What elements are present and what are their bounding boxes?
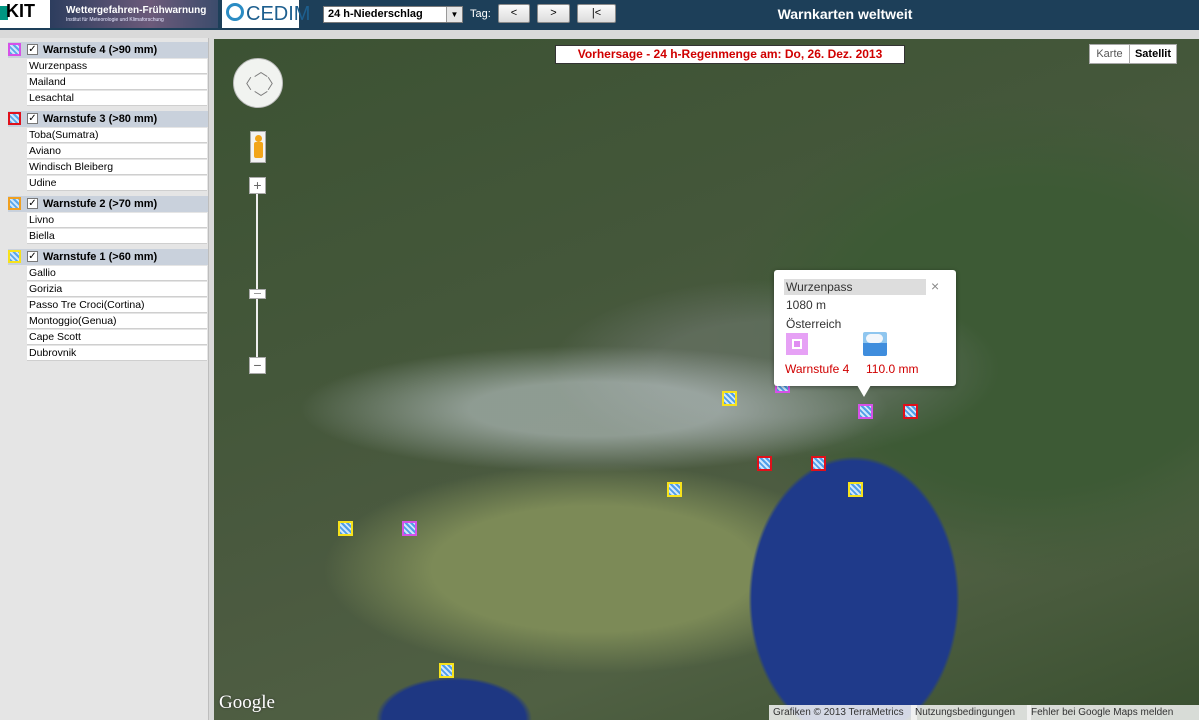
list-item[interactable]: Windisch Bleiberg xyxy=(27,160,207,175)
header-bar: KIT Wettergefahren-Frühwarnung Institut … xyxy=(0,0,1199,30)
group-warnstufe-4[interactable]: ✓ Warnstufe 4 (>90 mm) xyxy=(8,42,208,58)
warning-marker-level-1[interactable] xyxy=(338,521,353,536)
list-item[interactable]: Montoggio(Genua) xyxy=(27,314,207,329)
warning-marker-level-3[interactable] xyxy=(903,404,918,419)
street-view-pegman-icon[interactable] xyxy=(250,131,266,163)
pegman-head xyxy=(255,135,262,142)
day-label: Tag: xyxy=(470,8,491,20)
group-1-checkbox[interactable]: ✓ xyxy=(27,251,38,262)
warning-level-3-icon xyxy=(8,112,21,125)
pan-right-icon[interactable]: 〉 xyxy=(267,74,281,94)
previous-day-button[interactable]: < xyxy=(498,4,530,23)
list-item[interactable]: Udine xyxy=(27,176,207,191)
banner-subtitle: Institut für Meteorologie und Klimaforsc… xyxy=(66,17,164,23)
warning-sidebar: ✓ Warnstufe 4 (>90 mm) Wurzenpass Mailan… xyxy=(0,38,209,720)
zoom-slider-handle[interactable] xyxy=(249,289,266,299)
pan-control[interactable]: ︿ ﹀ 〈 〉 xyxy=(233,58,283,108)
list-item[interactable]: Livno xyxy=(27,213,207,228)
cedim-logo: CEDIM xyxy=(222,0,310,28)
google-logo: Google xyxy=(219,692,275,713)
group-warnstufe-2[interactable]: ✓ Warnstufe 2 (>70 mm) xyxy=(8,196,208,212)
warning-marker-level-4[interactable] xyxy=(402,521,417,536)
group-2-checkbox[interactable]: ✓ xyxy=(27,198,38,209)
group-label: Warnstufe 2 (>70 mm) xyxy=(43,198,158,210)
zoom-out-button[interactable]: − xyxy=(249,357,266,374)
popup-station-name: Wurzenpass xyxy=(784,279,926,295)
cedim-logo-text: CEDIM xyxy=(246,3,311,25)
pan-down-icon[interactable]: ﹀ xyxy=(254,88,268,108)
list-item[interactable]: Gorizia xyxy=(27,282,207,297)
map-copyright: Grafiken © 2013 TerraMetrics xyxy=(769,705,917,720)
product-select[interactable]: 24 h-Niederschlag ▼ xyxy=(323,6,463,23)
warning-level-1-icon xyxy=(8,250,21,263)
group-label: Warnstufe 1 (>60 mm) xyxy=(43,251,158,263)
warning-level-icon xyxy=(786,333,808,355)
popup-warning-level: Warnstufe 4 xyxy=(785,362,850,376)
report-error-link[interactable]: Fehler bei Google Maps melden xyxy=(1027,705,1199,720)
warning-level-2-icon xyxy=(8,197,21,210)
group-3-checkbox[interactable]: ✓ xyxy=(27,113,38,124)
map-type-karte-button[interactable]: Karte xyxy=(1089,44,1130,64)
zoom-slider-track[interactable] xyxy=(256,194,258,359)
list-item[interactable]: Lesachtal xyxy=(27,91,207,106)
next-day-button[interactable]: > xyxy=(537,4,570,23)
satellite-map[interactable]: Vorhersage - 24 h-Regenmenge am: Do, 26.… xyxy=(214,39,1199,720)
chevron-down-icon[interactable]: ▼ xyxy=(446,7,462,22)
warning-marker-level-1[interactable] xyxy=(722,391,737,406)
list-item[interactable]: Wurzenpass xyxy=(27,59,207,74)
list-item[interactable]: Dubrovnik xyxy=(27,346,207,361)
warning-marker-level-3[interactable] xyxy=(811,456,826,471)
list-item[interactable]: Mailand xyxy=(27,75,207,90)
forecast-banner: Vorhersage - 24 h-Regenmenge am: Do, 26.… xyxy=(555,45,905,64)
list-item[interactable]: Gallio xyxy=(27,266,207,281)
pan-up-icon[interactable]: ︿ xyxy=(254,61,268,81)
group-label: Warnstufe 3 (>80 mm) xyxy=(43,113,158,125)
list-item[interactable]: Passo Tre Croci(Cortina) xyxy=(27,298,207,313)
warning-level-4-icon xyxy=(8,43,21,56)
kit-logo-text: KIT xyxy=(6,1,35,21)
terms-link[interactable]: Nutzungsbedingungen xyxy=(911,705,1031,720)
map-type-satellit-button[interactable]: Satellit xyxy=(1129,44,1177,64)
list-item[interactable]: Toba(Sumatra) xyxy=(27,128,207,143)
popup-rain-amount: 110.0 mm xyxy=(866,362,919,376)
page-title: Warnkarten weltweit xyxy=(777,6,913,22)
popup-altitude: 1080 m xyxy=(786,298,827,312)
rain-cloud-icon xyxy=(863,332,887,356)
warning-marker-level-1[interactable] xyxy=(848,482,863,497)
zoom-in-button[interactable]: + xyxy=(249,177,266,194)
group-label: Warnstufe 4 (>90 mm) xyxy=(43,44,158,56)
kit-logo: KIT xyxy=(0,0,50,28)
list-item[interactable]: Aviano xyxy=(27,144,207,159)
group-warnstufe-3[interactable]: ✓ Warnstufe 3 (>80 mm) xyxy=(8,111,208,127)
list-item[interactable]: Cape Scott xyxy=(27,330,207,345)
banner-title: Wettergefahren-Frühwarnung xyxy=(66,5,207,16)
pan-left-icon[interactable]: 〈 xyxy=(238,74,252,94)
group-4-checkbox[interactable]: ✓ xyxy=(27,44,38,55)
warning-marker-level-4[interactable] xyxy=(858,404,873,419)
popup-country: Österreich xyxy=(786,317,842,331)
station-info-popup: Wurzenpass × 1080 m Österreich Warnstufe… xyxy=(774,270,956,397)
warning-banner-logo: Wettergefahren-Frühwarnung Institut für … xyxy=(50,0,218,28)
warning-marker-level-3[interactable] xyxy=(757,456,772,471)
first-day-button[interactable]: |< xyxy=(577,4,616,23)
warning-marker-level-1[interactable] xyxy=(667,482,682,497)
product-select-value: 24 h-Niederschlag xyxy=(328,8,423,20)
list-item[interactable]: Biella xyxy=(27,229,207,244)
warning-marker-level-1[interactable] xyxy=(439,663,454,678)
close-icon[interactable]: × xyxy=(931,278,939,294)
popup-tail xyxy=(857,385,871,397)
pegman-body xyxy=(254,142,263,158)
group-warnstufe-1[interactable]: ✓ Warnstufe 1 (>60 mm) xyxy=(8,249,208,265)
cedim-ring-icon xyxy=(226,3,244,21)
